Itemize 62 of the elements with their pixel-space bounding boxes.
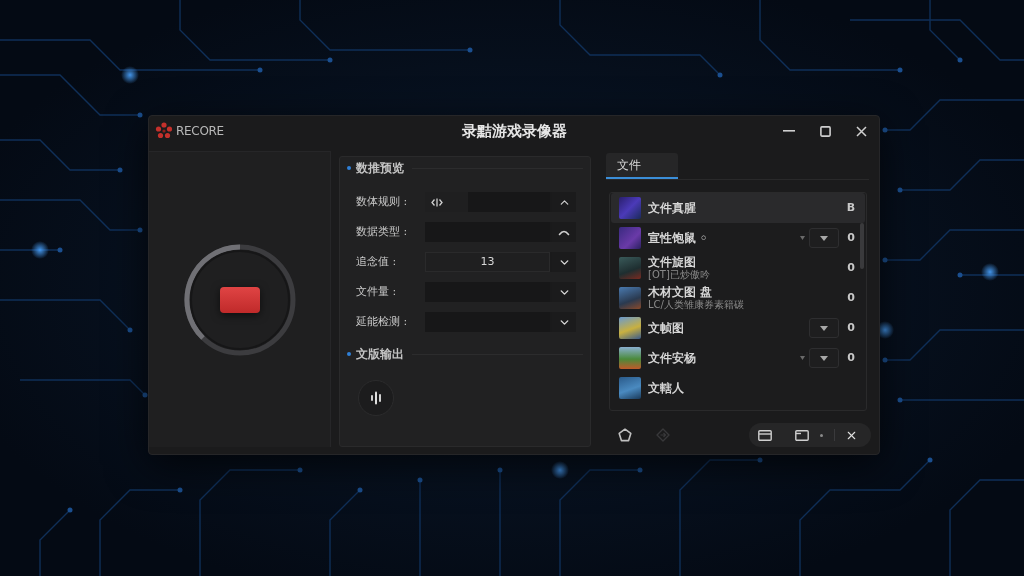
thumbnail-image	[619, 347, 641, 369]
section-title: 数推预览	[356, 160, 404, 177]
tool-button[interactable]	[617, 427, 633, 443]
file-title: 文帧图	[648, 321, 685, 335]
logo-icon	[155, 122, 173, 140]
field-label: 延能检测 :	[356, 313, 409, 330]
thumbnail-image	[619, 317, 641, 339]
thumbnail-image	[619, 257, 641, 279]
file-title: 文件安杨	[648, 351, 697, 365]
file-title: 文件真腥	[648, 201, 697, 215]
file-count: 0	[847, 259, 855, 276]
dropdown-button[interactable]	[809, 228, 839, 248]
window-icon	[758, 429, 772, 441]
waveform-icon	[370, 391, 382, 405]
field-label: 数据类型 :	[356, 223, 409, 240]
file-list-item[interactable]: 文件旋图 [OT]已炒傲吟 0	[611, 253, 865, 283]
diamond-arrow-icon	[656, 428, 670, 442]
file-title: 木材文图 盘	[648, 285, 713, 299]
thumbnail-image	[619, 227, 641, 249]
file-subtitle: [OT]已炒傲吟	[648, 269, 711, 281]
file-list-item[interactable]: 文件安杨 0	[611, 343, 865, 373]
file-list-item[interactable]: 文帧图 0	[611, 313, 865, 343]
file-title: 文轄人	[648, 381, 685, 395]
file-list-item[interactable]: 文轄人	[611, 373, 865, 403]
close-icon	[855, 125, 867, 137]
audio-button[interactable]	[358, 380, 394, 416]
tab[interactable]: 文件	[606, 153, 678, 179]
file-count: 0	[847, 349, 855, 366]
section-title: 文版输出	[356, 346, 404, 363]
file-title: 宣性饱鼠 ◦	[648, 231, 709, 245]
bracket-bar-icon	[431, 197, 443, 207]
file-list-item[interactable]: 木材文图 盘 LC/人类雏康券素籍碳 0	[611, 283, 865, 313]
field-label: 文件量 :	[356, 283, 398, 300]
stop-button[interactable]	[219, 286, 260, 313]
file-count: 0	[847, 229, 855, 246]
maximize-icon	[819, 125, 831, 137]
window-title: 录黠游戏录像器	[461, 120, 567, 142]
triangle-down-icon	[820, 235, 828, 241]
triangle-down-icon	[820, 325, 828, 331]
file-count: 0	[847, 289, 855, 306]
panel-button[interactable]	[794, 427, 810, 443]
minimize-icon	[783, 130, 795, 132]
field-label: 数体规则 :	[356, 193, 409, 210]
panel-icon	[795, 429, 809, 441]
file-count: B	[846, 199, 856, 216]
layout-button[interactable]	[757, 427, 773, 443]
file-count: 0	[847, 319, 855, 336]
file-list-item[interactable]: 文件真腥 B	[611, 193, 865, 223]
dropdown-button[interactable]	[809, 348, 839, 368]
range-field[interactable]	[425, 192, 576, 212]
file-subtitle: LC/人类雏康券素籍碳	[648, 299, 745, 311]
pentagon-icon	[618, 428, 632, 442]
dropdown-button[interactable]	[809, 318, 839, 338]
dropdown-field[interactable]: 13	[425, 252, 576, 272]
thumbnail-image	[619, 197, 641, 219]
file-title: 文件旋图	[648, 255, 697, 269]
field-label: 追念值 :	[356, 253, 398, 270]
thumbnail-image	[619, 287, 641, 309]
triangle-down-icon	[820, 355, 828, 361]
file-list-item[interactable]: 宣性饱鼠 ◦ 0	[611, 223, 865, 253]
thumbnail-image	[619, 377, 641, 399]
logo-text: RECORE	[176, 123, 224, 140]
